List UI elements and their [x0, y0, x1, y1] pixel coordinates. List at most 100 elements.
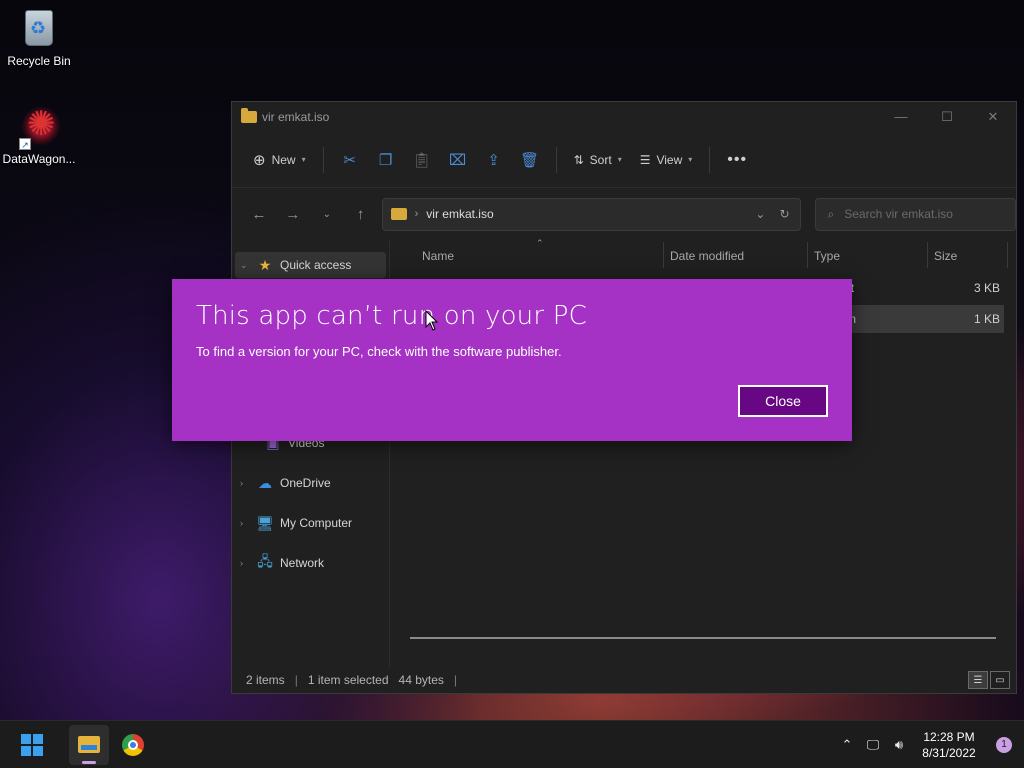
taskbar-chrome[interactable]	[113, 725, 153, 765]
toolbar-divider	[322, 146, 324, 173]
address-dropdown-icon[interactable]: ⌄	[755, 207, 765, 221]
file-size: 3 KB	[973, 281, 1000, 295]
taskbar-file-explorer[interactable]	[69, 724, 109, 765]
nav-item-quick-access[interactable]: ⌄ ★ Quick access	[235, 252, 386, 278]
search-placeholder: Search vir emkat.iso	[844, 207, 953, 221]
refresh-icon[interactable]: ↻	[779, 207, 789, 221]
taskbar: ⌃ 🖵︎ 🔊︎ 12:28 PM 8/31/2022 1	[0, 720, 1024, 768]
status-bar: 2 items | 1 item selected 44 bytes | ☰ ▭	[232, 667, 1016, 693]
close-button[interactable]: Close	[738, 385, 828, 417]
breadcrumb-current[interactable]: vir emkat.iso	[426, 207, 493, 221]
toolbar-divider	[555, 146, 557, 173]
delete-icon[interactable]: 🗑︎	[514, 144, 546, 176]
collapse-chevron-icon[interactable]: ⌄	[240, 260, 254, 271]
clock-time: 12:28 PM	[923, 729, 975, 744]
show-hidden-icons-chevron-icon[interactable]: ⌃	[834, 737, 860, 753]
command-bar: ⊕ New ▾ ✂ ❐ 📋︎ ⌧ ⇪ 🗑︎ ⇅ Sort ▾ ☰ View ▾ …	[232, 132, 1016, 188]
windows-logo-icon	[21, 733, 43, 756]
close-window-button[interactable]: ✕	[970, 109, 1016, 125]
star-icon: ★	[258, 256, 272, 273]
nav-label: OneDrive	[280, 476, 331, 490]
sort-ascending-icon: ⌃	[536, 238, 544, 248]
chevron-down-icon: ▾	[617, 155, 622, 164]
more-options-button[interactable]: •••	[720, 144, 754, 176]
sort-icon: ⇅	[573, 152, 584, 167]
up-arrow-icon[interactable]: ↑	[344, 206, 378, 223]
back-arrow-icon[interactable]: ←	[242, 206, 276, 223]
file-explorer-icon	[78, 736, 100, 753]
shortcut-arrow-icon: ↗	[19, 138, 31, 150]
datawagon-app-icon: ↗	[19, 104, 61, 150]
folder-icon	[241, 108, 257, 123]
desktop-icon-label: DataWagon...	[2, 152, 76, 166]
status-divider: |	[453, 673, 458, 687]
computer-icon: 🖥︎	[256, 514, 274, 531]
window-title: vir emkat.iso	[262, 110, 330, 124]
more-icon: •••	[727, 150, 748, 168]
system-tray: ⌃ 🖵︎ 🔊︎ 12:28 PM 8/31/2022 1	[834, 721, 1024, 768]
item-count: 2 items	[246, 673, 285, 687]
minimize-button[interactable]: —	[878, 109, 924, 125]
dialog-title: This app can’t run on your PC	[196, 301, 587, 331]
desktop-icon-datawagon[interactable]: ↗ DataWagon...	[1, 104, 77, 166]
volume-icon[interactable]: 🔊︎	[886, 737, 912, 753]
forward-arrow-icon[interactable]: →	[276, 206, 310, 223]
sort-button[interactable]: ⇅ Sort ▾	[567, 144, 629, 176]
sort-button-label: Sort	[589, 152, 612, 167]
copy-icon[interactable]: ❐	[370, 144, 402, 176]
share-icon[interactable]: ⇪	[478, 144, 510, 176]
nav-item-onedrive[interactable]: › ☁ OneDrive	[232, 470, 389, 496]
column-header-date-modified[interactable]: Date modified	[670, 249, 744, 263]
expand-chevron-icon[interactable]: ›	[240, 558, 254, 568]
nav-label: Network	[280, 556, 325, 570]
horizontal-scrollbar[interactable]	[410, 637, 996, 639]
new-button[interactable]: ⊕ New ▾	[246, 144, 313, 176]
chevron-down-icon: ▾	[688, 155, 693, 164]
status-divider: |	[294, 673, 298, 687]
plus-circle-icon: ⊕	[253, 151, 266, 169]
tiles-view-icon[interactable]: ▭	[990, 671, 1010, 689]
start-button[interactable]	[12, 725, 52, 765]
network-status-icon[interactable]: 🖵︎	[860, 737, 886, 753]
address-bar[interactable]: › vir emkat.iso ⌄ ↻	[381, 197, 801, 231]
chrome-icon	[122, 733, 144, 756]
view-button[interactable]: ☰ View ▾	[633, 144, 700, 176]
cut-icon[interactable]: ✂	[334, 144, 366, 176]
selection-size: 44 bytes	[398, 673, 444, 687]
search-box[interactable]: ⌕ Search vir emkat.iso	[814, 197, 1016, 231]
chevron-down-icon: ▾	[301, 155, 306, 164]
expand-chevron-icon[interactable]: ›	[240, 518, 254, 528]
toolbar-divider	[709, 146, 711, 173]
app-cannot-run-dialog: This app can’t run on your PC To find a …	[172, 279, 852, 441]
column-header-size[interactable]: Size	[934, 249, 957, 263]
column-header-type[interactable]: Type	[814, 249, 840, 263]
rename-icon[interactable]: ⌧	[442, 144, 474, 176]
paste-icon[interactable]: 📋︎	[406, 144, 438, 176]
column-header-name[interactable]: Name	[422, 249, 454, 263]
folder-icon	[390, 208, 407, 220]
view-button-label: View	[656, 152, 683, 167]
expand-chevron-icon[interactable]: ›	[240, 478, 254, 488]
clock[interactable]: 12:28 PM 8/31/2022	[912, 729, 986, 761]
view-list-icon: ☰	[639, 152, 651, 167]
new-button-label: New	[271, 152, 296, 167]
nav-item-network[interactable]: › 🖧 Network	[232, 550, 389, 576]
recent-locations-icon[interactable]: ⌄	[310, 209, 344, 220]
column-headers: Name ⌃ Date modified Type Size	[390, 238, 1016, 274]
search-icon: ⌕	[827, 206, 835, 221]
maximize-button[interactable]: ☐	[924, 109, 970, 125]
nav-item-my-computer[interactable]: › 🖥︎ My Computer	[232, 510, 389, 536]
file-size: 1 KB	[973, 312, 1000, 326]
window-titlebar[interactable]: vir emkat.iso — ☐ ✕	[232, 102, 1016, 132]
details-view-icon[interactable]: ☰	[968, 671, 988, 689]
notification-badge[interactable]: 1	[996, 736, 1012, 753]
network-icon: 🖧	[257, 553, 273, 569]
nav-label: My Computer	[280, 516, 353, 530]
breadcrumb-chevron-icon: ›	[414, 208, 419, 220]
cloud-icon: ☁	[258, 474, 272, 491]
desktop-icon-recycle-bin[interactable]: Recycle Bin	[1, 8, 77, 68]
clock-date: 8/31/2022	[922, 745, 976, 760]
recycle-bin-icon	[19, 8, 59, 50]
nav-label: Quick access	[280, 258, 352, 272]
address-row: ← → ⌄ ↑ › vir emkat.iso ⌄ ↻ ⌕ Search vir…	[232, 188, 1016, 240]
